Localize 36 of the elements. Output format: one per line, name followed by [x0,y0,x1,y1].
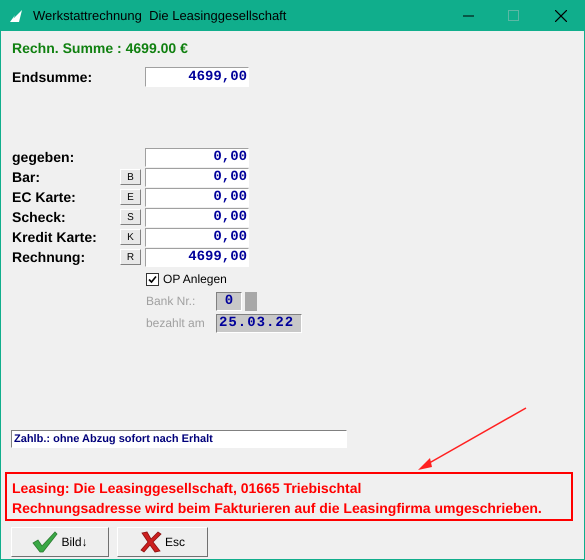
shortcut-button[interactable]: S [120,209,141,225]
checkbox[interactable] [146,272,159,286]
notice-text: Rechnungsadresse wird beim Fakturieren auf die Leasingfirma umgeschrieben. [12,499,543,518]
window-title: Werkstattrechnung Die Leasinggesellschaft [33,6,286,25]
shortcut-button[interactable]: K [120,229,141,245]
minimize-icon[interactable] [463,14,474,16]
field-label: Endsumme: [12,68,94,86]
escape-button[interactable]: Esc [117,527,208,557]
notice-text: Leasing: Die Leasinggesellschaft, 01665 Triebischtal [12,479,362,498]
input-field[interactable]: 0,00 [145,148,249,166]
shortcut-button[interactable]: E [120,189,141,205]
checkmark-icon [32,531,58,553]
input-field[interactable]: 4699,00 [145,248,249,266]
field-label: Rechnung: [12,248,86,267]
payment-terms-field[interactable]: Zahlb.: ohne Abzug sofort nach Erhalt [11,430,347,448]
field-label: gegeben: [12,148,76,167]
shortcut-button[interactable]: B [120,169,141,185]
shortcut-button[interactable]: R [120,249,141,265]
field-label: Kredit Karte: [12,228,98,246]
field-label: bezahlt am [146,315,206,332]
field-label: Bar: [12,168,42,186]
input-field[interactable]: 0,00 [145,208,249,226]
invoice-total: Rechn. Summe : 4699.00 € [12,40,189,57]
field-label: Bank Nr.: [146,293,196,310]
check-icon [148,274,157,284]
app-icon [9,8,23,22]
input-field[interactable]: 0,00 [145,188,249,206]
input-field[interactable]: 4699,00 [145,67,249,87]
picture-button[interactable]: Bild↓ [11,527,109,557]
input-field[interactable]: 0,00 [145,168,249,186]
input-field[interactable]: 0,00 [145,228,249,246]
field-label: Scheck: [12,208,67,226]
checkbox-label: OP Anlegen [163,271,227,288]
close-icon[interactable] [555,10,567,22]
field-label: EC Karte: [12,188,77,206]
x-icon [140,531,162,553]
